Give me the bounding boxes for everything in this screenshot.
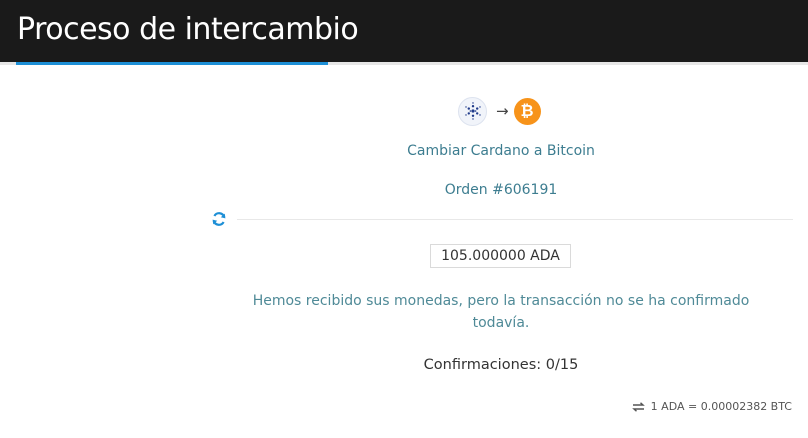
confirmations-count: Confirmaciones: 0/15 — [423, 357, 579, 373]
bitcoin-icon: ₿ — [513, 97, 541, 125]
refresh-icon[interactable] — [211, 211, 227, 227]
header-accent-bar — [16, 62, 328, 65]
page-title: Proceso de intercambio — [17, 12, 359, 47]
exchange-rate: 1 ADA = 0.00002382 BTC — [631, 400, 792, 413]
arrow-right-icon: → — [496, 101, 509, 120]
coin-pair: → ₿ — [458, 96, 541, 126]
cardano-icon — [458, 96, 487, 126]
amount-display: 105.000000 ADA — [430, 244, 571, 268]
status-message: Hemos recibido sus monedas, pero la tran… — [252, 293, 750, 331]
exchange-title: Cambiar Cardano a Bitcoin — [407, 143, 595, 159]
order-number: Orden #606191 — [444, 182, 558, 198]
section-divider — [237, 219, 793, 220]
exchange-rate-text: 1 ADA = 0.00002382 BTC — [650, 400, 792, 413]
page-header: Proceso de intercambio — [0, 0, 808, 62]
exchange-arrows-icon — [631, 401, 645, 412]
